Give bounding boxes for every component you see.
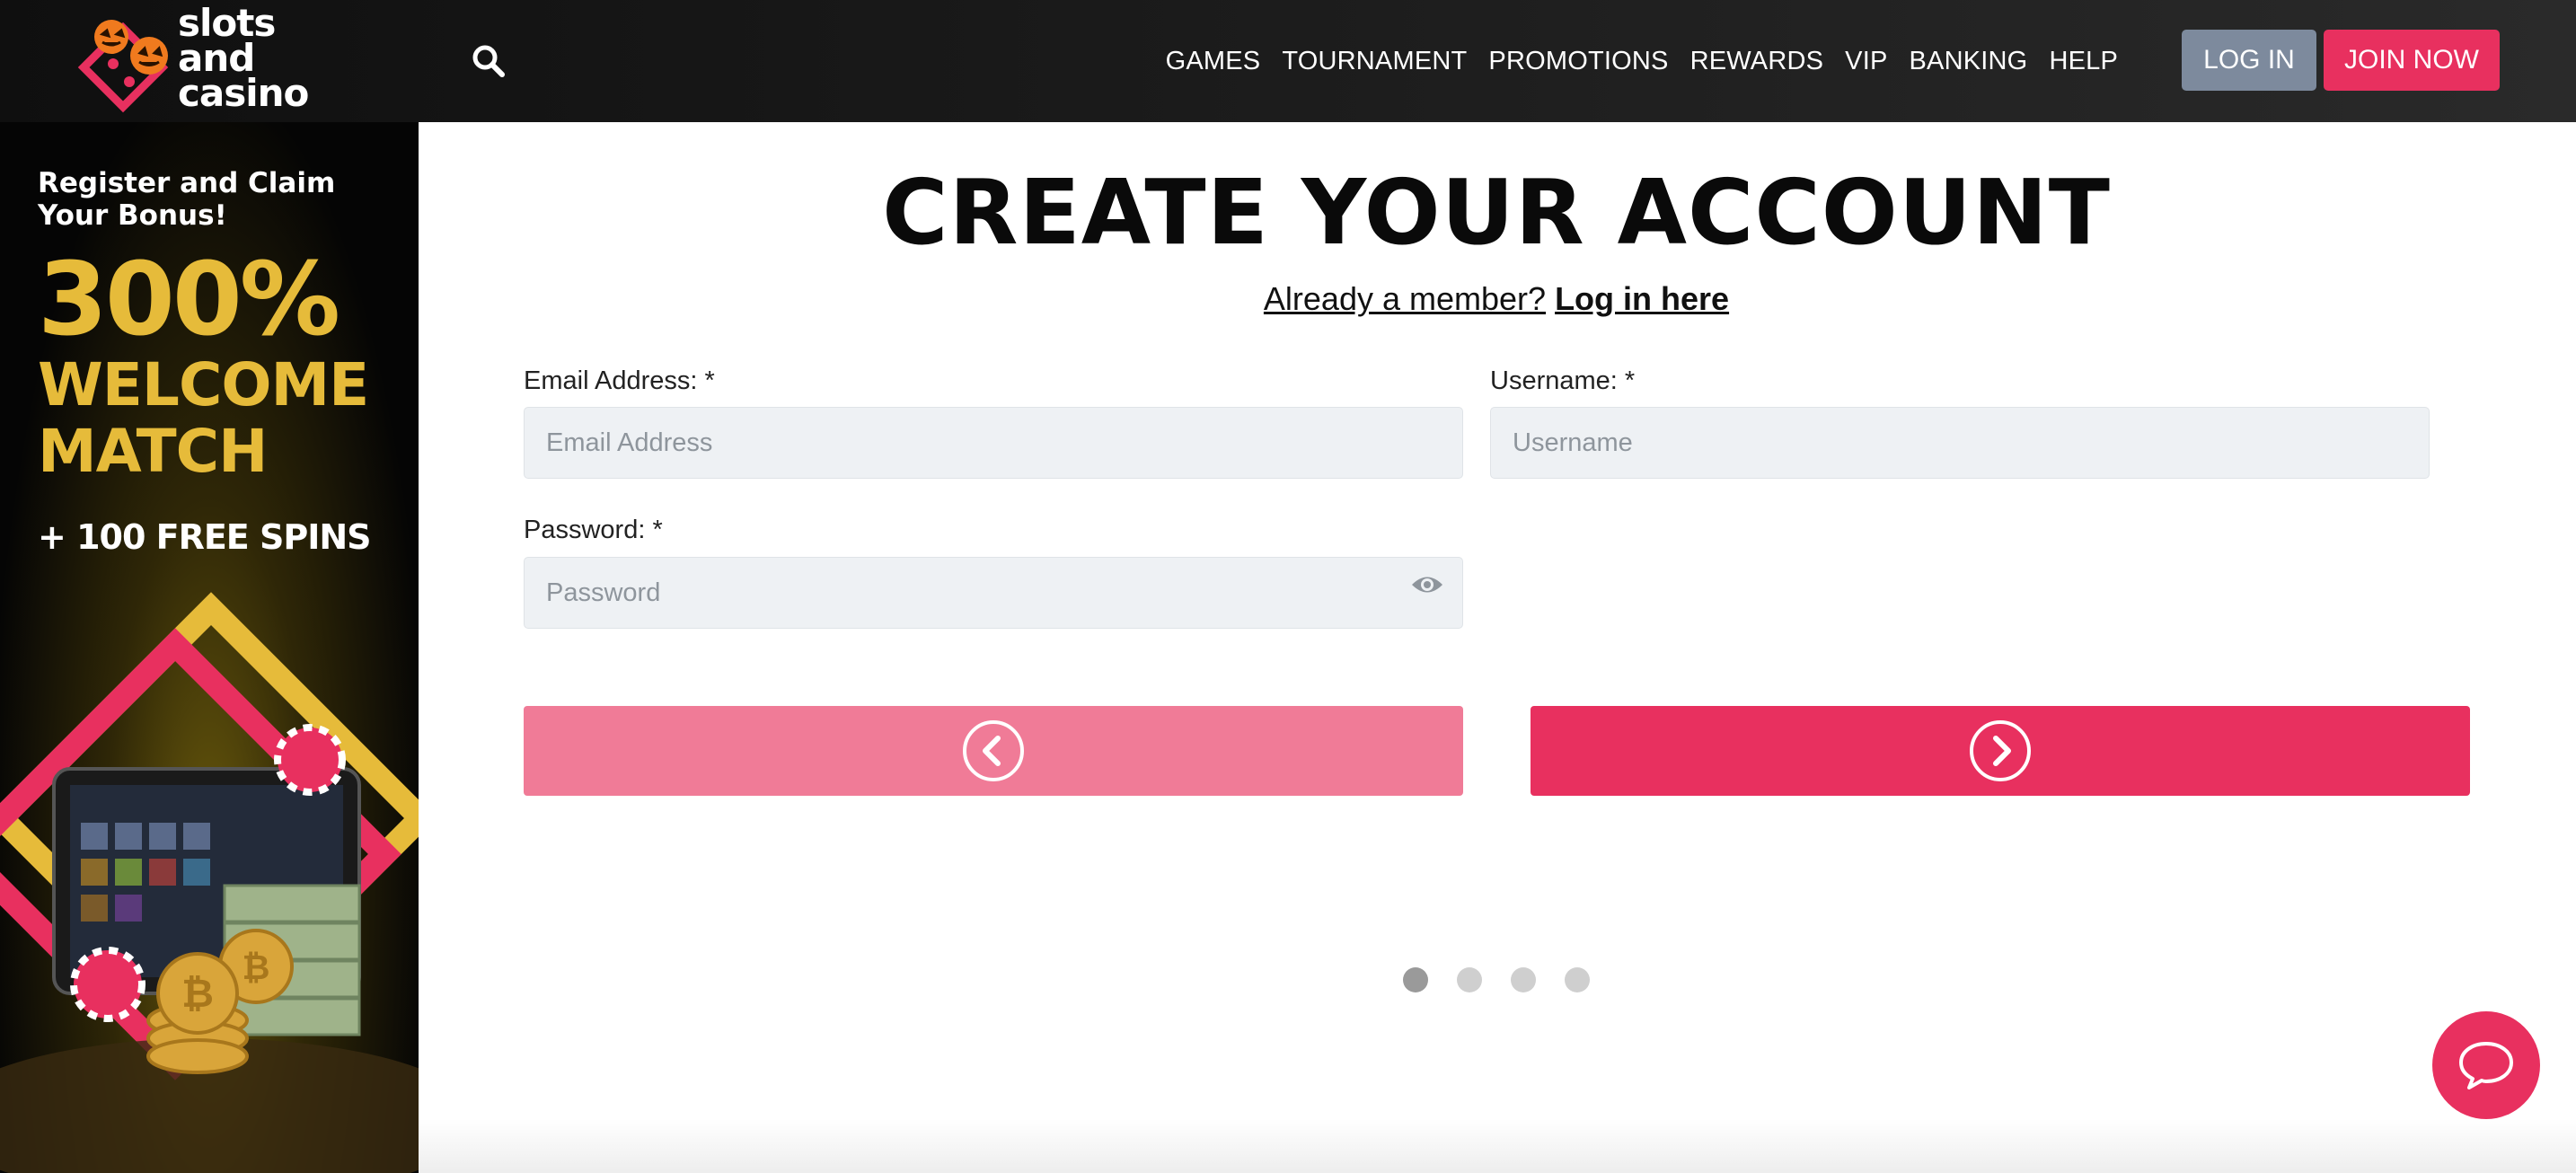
promo-free-spins: + 100 FREE SPINS xyxy=(38,517,372,557)
promo-percent: 300% xyxy=(38,242,340,358)
promo-welcome: WELCOME xyxy=(38,350,369,419)
svg-text:₿: ₿ xyxy=(243,948,270,987)
promo-register-text: Register and Claim Your Bonus! xyxy=(38,167,336,232)
password-label: Password: * xyxy=(524,516,663,544)
promo-headline: 300% WELCOME MATCH xyxy=(38,242,369,486)
email-label: Email Address: * xyxy=(524,366,715,395)
next-step-button[interactable] xyxy=(1531,706,2470,796)
site-header: slots and casino GAMES TOURNAMENT PROMOT… xyxy=(0,0,2576,122)
page-title: CREATE YOUR ACCOUNT xyxy=(882,160,2111,265)
nav-tournament[interactable]: TOURNAMENT xyxy=(1282,47,1467,76)
search-icon[interactable] xyxy=(471,43,507,79)
step-dot-4[interactable] xyxy=(1565,967,1590,992)
svg-text:₿: ₿ xyxy=(181,971,214,1017)
member-prompt-text: Already a member? xyxy=(1263,280,1547,317)
nav-games[interactable]: GAMES xyxy=(1166,47,1261,76)
chat-button[interactable] xyxy=(2432,1011,2540,1119)
chevron-left-icon xyxy=(963,720,1024,781)
nav-vip[interactable]: VIP xyxy=(1845,47,1887,76)
promo-banner[interactable]: Register and Claim Your Bonus! 300% WELC… xyxy=(0,122,419,1173)
eye-icon[interactable] xyxy=(1410,571,1444,598)
email-field[interactable] xyxy=(524,407,1463,479)
username-label: Username: * xyxy=(1490,366,1636,395)
logo-mark-icon xyxy=(77,20,169,113)
login-here-link[interactable]: Log in here xyxy=(1555,280,1729,317)
bottom-shadow xyxy=(419,1119,2576,1173)
password-field[interactable] xyxy=(524,557,1463,629)
site-logo[interactable]: slots and casino xyxy=(77,4,347,117)
step-indicator xyxy=(1403,967,1590,992)
nav-rewards[interactable]: REWARDS xyxy=(1690,47,1824,76)
promo-artwork: ₿ ₿ xyxy=(0,592,419,1173)
step-dot-3[interactable] xyxy=(1511,967,1536,992)
nav-help[interactable]: HELP xyxy=(2049,47,2118,76)
member-prompt: Already a member? Log in here xyxy=(419,280,2574,318)
nav-banking[interactable]: BANKING xyxy=(1910,47,2028,76)
logo-word-3: casino xyxy=(178,71,309,115)
login-button[interactable]: LOG IN xyxy=(2182,30,2316,91)
step-dot-1[interactable] xyxy=(1403,967,1428,992)
username-field[interactable] xyxy=(1490,407,2430,479)
step-dot-2[interactable] xyxy=(1457,967,1482,992)
promo-match: MATCH xyxy=(38,417,268,486)
chat-bubble-icon xyxy=(2459,1042,2513,1089)
main-nav: GAMES TOURNAMENT PROMOTIONS REWARDS VIP … xyxy=(1166,0,2118,122)
registration-panel: CREATE YOUR ACCOUNT Already a member? Lo… xyxy=(419,122,2576,1173)
nav-promotions[interactable]: PROMOTIONS xyxy=(1488,47,1668,76)
previous-step-button[interactable] xyxy=(524,706,1463,796)
logo-wordmark: slots and casino xyxy=(178,4,309,115)
join-now-button[interactable]: JOIN NOW xyxy=(2324,30,2500,91)
chevron-right-icon xyxy=(1970,720,2031,781)
